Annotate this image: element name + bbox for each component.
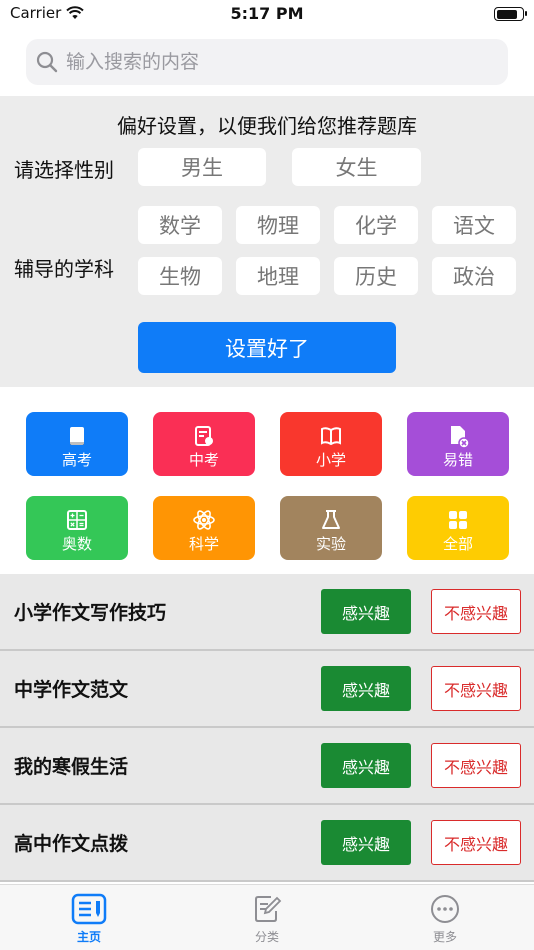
preference-title: 偏好设置，以便我们给您推荐题库 — [117, 114, 417, 138]
article-row: 小学作文写作技巧 感兴趣 不感兴趣 — [0, 574, 534, 651]
category-primary-school[interactable]: 小学 — [280, 412, 382, 476]
category-label: 科学 — [188, 535, 219, 553]
not-interested-button[interactable]: 不感兴趣 — [431, 589, 521, 634]
category-label: 易错 — [442, 451, 473, 469]
category-label: 全部 — [442, 535, 473, 553]
open-book-icon — [321, 427, 341, 446]
article-title[interactable]: 小学作文写作技巧 — [14, 598, 166, 625]
category-label: 奥数 — [61, 535, 92, 553]
search-bar[interactable] — [26, 39, 508, 85]
subject-option-history[interactable]: 历史 — [334, 257, 418, 295]
book-icon — [70, 427, 84, 445]
gender-option-female[interactable]: 女生 — [292, 148, 421, 186]
interested-button[interactable]: 感兴趣 — [321, 743, 411, 788]
flask-icon — [322, 510, 340, 529]
category-label: 小学 — [315, 451, 346, 469]
subject-option-physics[interactable]: 物理 — [236, 206, 320, 244]
tab-label: 主页 — [76, 930, 101, 944]
category-science[interactable]: 科学 — [153, 496, 255, 560]
not-interested-button[interactable]: 不感兴趣 — [431, 666, 521, 711]
category-experiment[interactable]: 实验 — [280, 496, 382, 560]
atom-icon — [193, 510, 215, 530]
tab-more[interactable]: 更多 — [390, 893, 500, 950]
tab-category[interactable]: 分类 — [212, 893, 322, 950]
article-row: 高中作文点拨 感兴趣 不感兴趣 — [0, 805, 534, 882]
status-time: 5:17 PM — [230, 4, 304, 23]
battery-icon — [494, 7, 527, 21]
status-bar: Carrier 5:17 PM — [0, 0, 534, 30]
tab-label: 更多 — [432, 930, 457, 944]
save-preferences-button[interactable]: 设置好了 — [138, 322, 396, 373]
subject-option-geography[interactable]: 地理 — [236, 257, 320, 295]
article-row: 中学作文范文 感兴趣 不感兴趣 — [0, 651, 534, 728]
subject-option-math[interactable]: 数学 — [138, 206, 222, 244]
more-icon — [431, 895, 459, 923]
category-label: 中考 — [188, 451, 219, 469]
interested-button[interactable]: 感兴趣 — [321, 666, 411, 711]
category-label: 高考 — [61, 451, 92, 469]
category-zhongkao[interactable]: 中考 — [153, 412, 255, 476]
subject-option-politics[interactable]: 政治 — [432, 257, 516, 295]
article-title[interactable]: 高中作文点拨 — [14, 829, 128, 856]
error-doc-icon — [451, 426, 470, 448]
category-gaokao[interactable]: 高考 — [26, 412, 128, 476]
exam-paper-icon — [195, 426, 213, 446]
subject-label: 辅导的学科 — [14, 257, 114, 281]
subject-option-chemistry[interactable]: 化学 — [334, 206, 418, 244]
home-list-icon — [71, 893, 107, 925]
search-input[interactable] — [66, 39, 496, 85]
edit-doc-icon — [255, 896, 282, 922]
category-all[interactable]: 全部 — [407, 496, 509, 560]
article-title[interactable]: 我的寒假生活 — [14, 752, 128, 779]
tab-bar: 主页 分类 更多 — [0, 884, 534, 950]
grid-icon — [449, 511, 467, 529]
interested-button[interactable]: 感兴趣 — [321, 589, 411, 634]
article-row: 我的寒假生活 感兴趣 不感兴趣 — [0, 728, 534, 805]
not-interested-button[interactable]: 不感兴趣 — [431, 820, 521, 865]
interested-button[interactable]: 感兴趣 — [321, 820, 411, 865]
article-title[interactable]: 中学作文范文 — [14, 675, 128, 702]
tab-home[interactable]: 主页 — [34, 893, 144, 950]
category-label: 实验 — [315, 535, 346, 553]
preference-panel: 偏好设置，以便我们给您推荐题库 请选择性别 男生 女生 辅导的学科 数学 物理 … — [0, 96, 534, 387]
gender-label: 请选择性别 — [14, 158, 114, 182]
subject-option-biology[interactable]: 生物 — [138, 257, 222, 295]
tab-label: 分类 — [254, 930, 279, 944]
category-error-prone[interactable]: 易错 — [407, 412, 509, 476]
category-olympiad-math[interactable]: 奥数 — [26, 496, 128, 560]
battery-level — [496, 9, 517, 19]
calculator-icon — [67, 510, 87, 530]
not-interested-button[interactable]: 不感兴趣 — [431, 743, 521, 788]
gender-option-male[interactable]: 男生 — [138, 148, 266, 186]
subject-option-chinese[interactable]: 语文 — [432, 206, 516, 244]
search-icon — [36, 51, 58, 73]
